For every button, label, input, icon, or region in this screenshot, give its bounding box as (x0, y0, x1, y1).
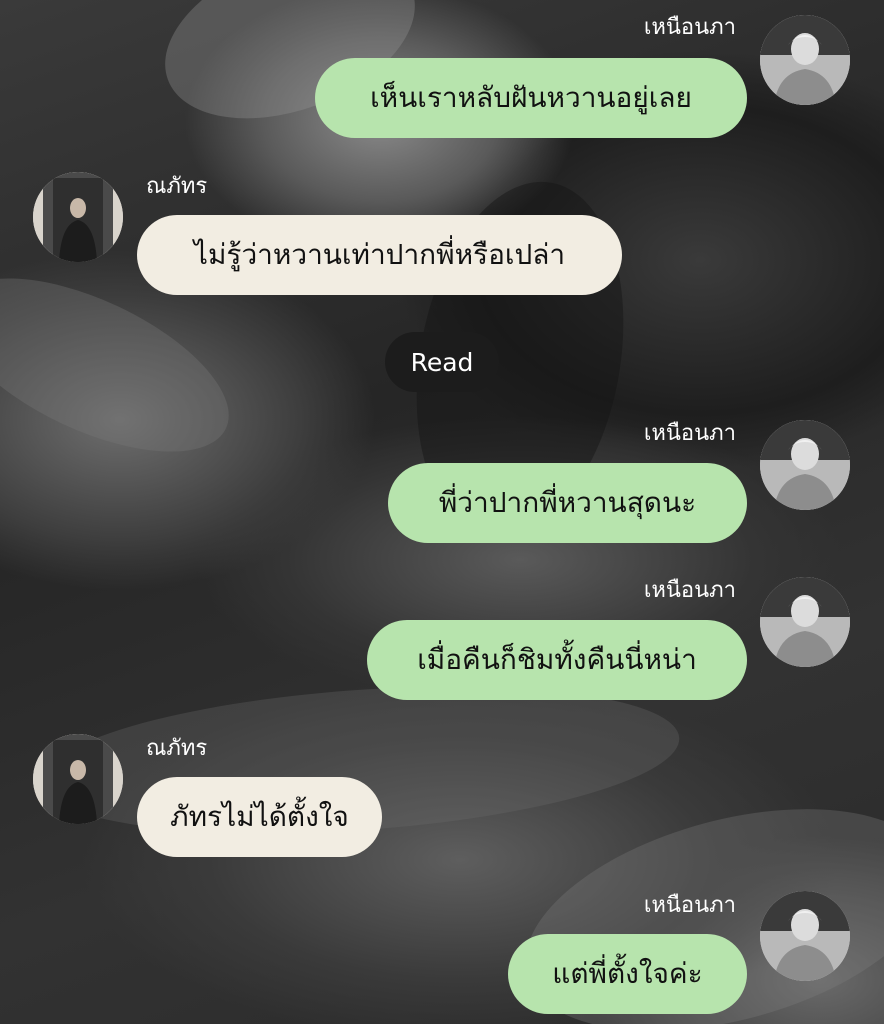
avatar-me[interactable] (760, 15, 850, 105)
avatar-image (760, 577, 850, 667)
sender-name: เหนือนภา (643, 421, 736, 446)
avatar-image (33, 172, 123, 262)
avatar-me[interactable] (760, 891, 850, 981)
avatar-me[interactable] (760, 420, 850, 510)
message-bubble-sent[interactable]: เมื่อคืนก็ชิมทั้งคืนนี่หน่า (367, 620, 747, 700)
avatar-them[interactable] (33, 734, 123, 824)
avatar-image (760, 891, 850, 981)
avatar-them[interactable] (33, 172, 123, 262)
message-bubble-received[interactable]: ภัทรไม่ได้ตั้งใจ (137, 777, 382, 857)
avatar-image (760, 420, 850, 510)
message-bubble-sent[interactable]: เห็นเราหลับฝันหวานอยู่เลย (315, 58, 747, 138)
read-indicator: Read (385, 332, 499, 392)
message-bubble-received[interactable]: ไม่รู้ว่าหวานเท่าปากพี่หรือเปล่า (137, 215, 622, 295)
message-bubble-sent[interactable]: พี่ว่าปากพี่หวานสุดนะ (388, 463, 747, 543)
avatar-image (33, 734, 123, 824)
sender-name: เหนือนภา (643, 578, 736, 603)
sender-name: เหนือนภา (643, 15, 736, 40)
avatar-image (760, 15, 850, 105)
sender-name: เหนือนภา (643, 893, 736, 918)
avatar-me[interactable] (760, 577, 850, 667)
message-bubble-sent[interactable]: แต่พี่ตั้งใจค่ะ (508, 934, 747, 1014)
sender-name: ณภัทร (146, 736, 208, 761)
sender-name: ณภัทร (146, 174, 208, 199)
